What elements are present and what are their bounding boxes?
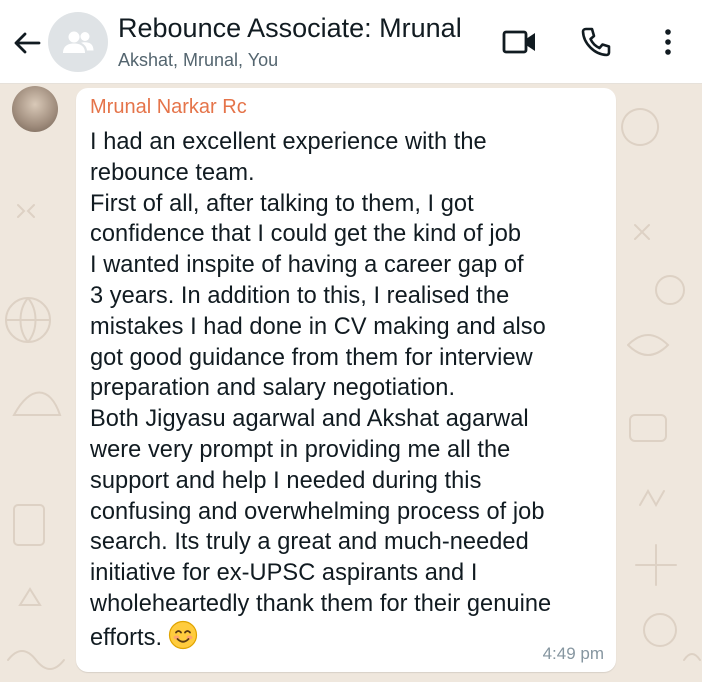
- message-line: rebounce team.: [90, 159, 255, 186]
- smiling-face-icon: [168, 620, 198, 659]
- message-last-line: efforts.: [90, 620, 551, 659]
- message-line: 3 years. In addition to this, I realised…: [90, 282, 510, 309]
- message-line: got good guidance from them for intervie…: [90, 344, 533, 371]
- chat-participants[interactable]: Akshat, Mrunal, You: [118, 50, 278, 71]
- group-avatar[interactable]: [48, 12, 108, 72]
- sender-avatar[interactable]: [12, 86, 58, 132]
- message-line: were very prompt in providing me all the: [90, 436, 511, 463]
- voice-call-button[interactable]: [578, 24, 614, 60]
- arrow-left-icon: [14, 32, 41, 54]
- video-call-button[interactable]: [502, 24, 538, 60]
- chat-title[interactable]: Rebounce Associate: Mrunal: [118, 13, 462, 44]
- message-line: confusing and overwhelming process of jo…: [90, 498, 545, 525]
- message-line: mistakes I had done in CV making and als…: [90, 313, 546, 340]
- more-vertical-icon: [665, 29, 671, 55]
- sender-name[interactable]: Mrunal Narkar Rc: [90, 96, 247, 119]
- video-camera-icon: [502, 30, 535, 54]
- message-timestamp: 4:49 pm: [542, 644, 604, 663]
- message-line: confidence that I could get the kind of …: [90, 221, 522, 248]
- more-options-button[interactable]: [650, 24, 686, 60]
- message-line: wholeheartedly thank them for their genu…: [90, 590, 552, 617]
- phone-icon: [581, 27, 611, 57]
- message-line: First of all, after talking to them, I g…: [90, 190, 474, 217]
- message-line: support and help I needed during this: [90, 467, 482, 494]
- back-button[interactable]: [10, 26, 44, 60]
- chat-header: Rebounce Associate: Mrunal Akshat, Mruna…: [0, 0, 702, 84]
- message-line: search. Its truly a great and much-neede…: [90, 529, 529, 556]
- message-line: initiative for ex-UPSC aspirants and I: [90, 560, 478, 587]
- message-line: Both Jigyasu agarwal and Akshat agarwal: [90, 406, 529, 433]
- message-line: I had an excellent experience with the: [90, 129, 487, 155]
- message-line: efforts.: [90, 624, 163, 651]
- message-text: I had an excellent experience with the r…: [90, 127, 551, 659]
- message-line: I wanted inspite of having a career gap …: [90, 252, 524, 279]
- message-line: preparation and salary negotiation.: [90, 375, 456, 402]
- group-people-icon: [63, 31, 94, 53]
- message-bubble[interactable]: Mrunal Narkar Rc I had an excellent expe…: [76, 88, 616, 672]
